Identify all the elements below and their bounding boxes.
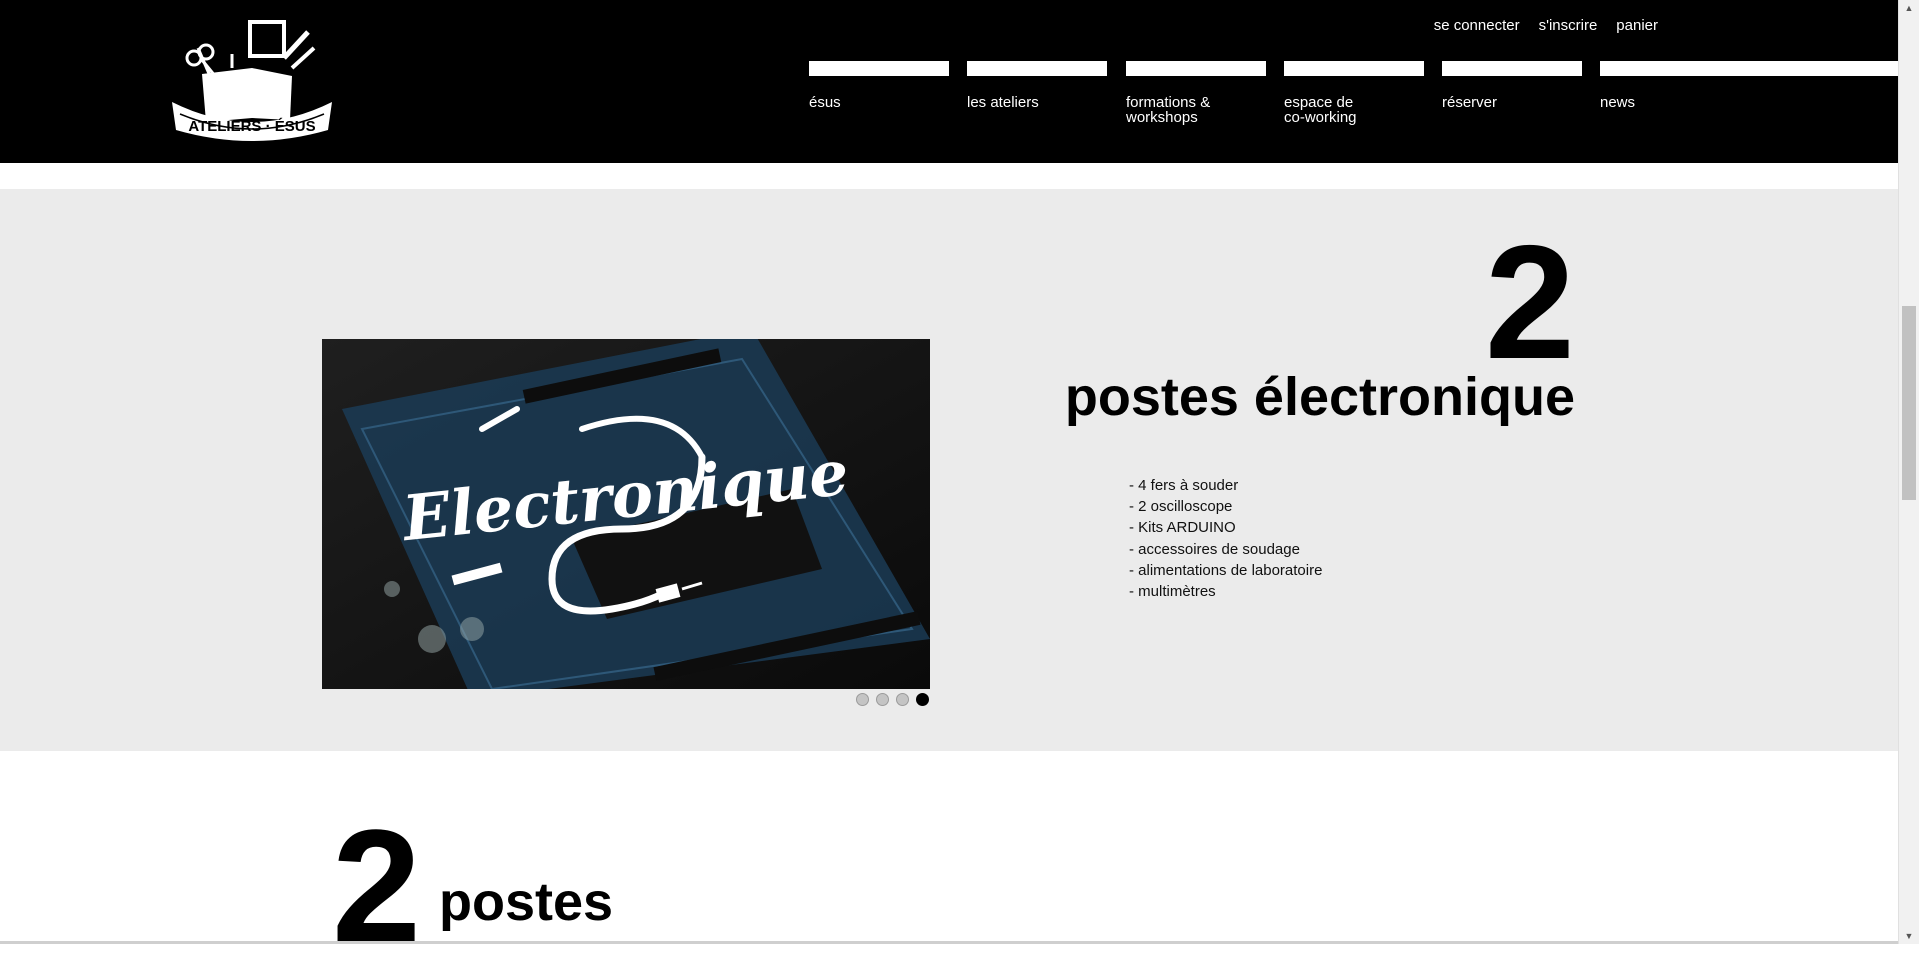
list-item: - 2 oscilloscope [1129,498,1233,516]
account-links: se connecter s'inscrire panier [1434,17,1658,34]
image-slider[interactable]: Electronique [322,339,930,689]
nav-item-news[interactable]: news [1600,61,1898,110]
toolbox-logo-icon: ATELIERS · ÉSUS [172,20,332,141]
nav-item-esus[interactable]: ésus [809,61,949,110]
scroll-up-arrow-icon[interactable]: ▲ [1899,0,1919,16]
nav-bar [1600,61,1898,76]
nav-label: espace de co-working [1284,94,1357,126]
nav-label: ésus [809,94,841,111]
nav-item-formations[interactable]: formations & workshops [1126,61,1266,125]
scrollbar-thumb[interactable] [1902,306,1916,500]
nav-item-coworking[interactable]: espace de co-working [1284,61,1424,125]
signup-link[interactable]: s'inscrire [1539,17,1598,34]
electronics-section [0,189,1898,751]
list-item: - 4 fers à souder [1129,477,1239,494]
nav-label: réserver [1442,94,1498,111]
list-item: - multimètres [1129,583,1216,601]
site-header: ATELIERS · ÉSUS se connecter s'inscrire … [0,0,1898,163]
slide-dot[interactable] [896,693,909,706]
logo-text: ATELIERS · ÉSUS [188,118,315,135]
nav-label: formations & workshops [1126,94,1211,126]
login-link[interactable]: se connecter [1434,17,1520,34]
vertical-scrollbar[interactable]: ▲ ▼ [1898,0,1919,944]
ateliers-esus-logo[interactable]: ATELIERS · ÉSUS [172,18,332,142]
nav-bar [809,61,949,76]
nav-item-ateliers[interactable]: les ateliers [967,61,1107,110]
nav-bar [1442,61,1582,76]
cart-link[interactable]: panier [1616,17,1658,34]
nav-label: les ateliers [967,94,1039,111]
slide-dot[interactable] [856,693,869,706]
nav-bar [1126,61,1266,76]
list-item: - Kits ARDUINO [1129,519,1236,537]
nav-label: news [1600,94,1636,111]
nav-item-reserver[interactable]: réserver [1442,61,1582,110]
slide-image: Electronique [322,339,930,689]
equipment-list: - 4 fers à souder - 2 oscilloscope - Kit… [1129,475,1322,602]
nav-bar [1284,61,1424,76]
list-item: - accessoires de soudage [1129,540,1300,558]
scroll-down-arrow-icon[interactable]: ▼ [1899,928,1919,944]
station-count: 2 [1484,212,1575,393]
slide-dot-active[interactable] [916,693,929,706]
slider-pagination [856,693,929,706]
slide-dot[interactable] [876,693,889,706]
list-item: - alimentations de laboratoire [1129,561,1323,579]
nav-bar [967,61,1107,76]
section-title: postes électronique [1064,367,1575,427]
next-section-title: postes [439,872,614,932]
